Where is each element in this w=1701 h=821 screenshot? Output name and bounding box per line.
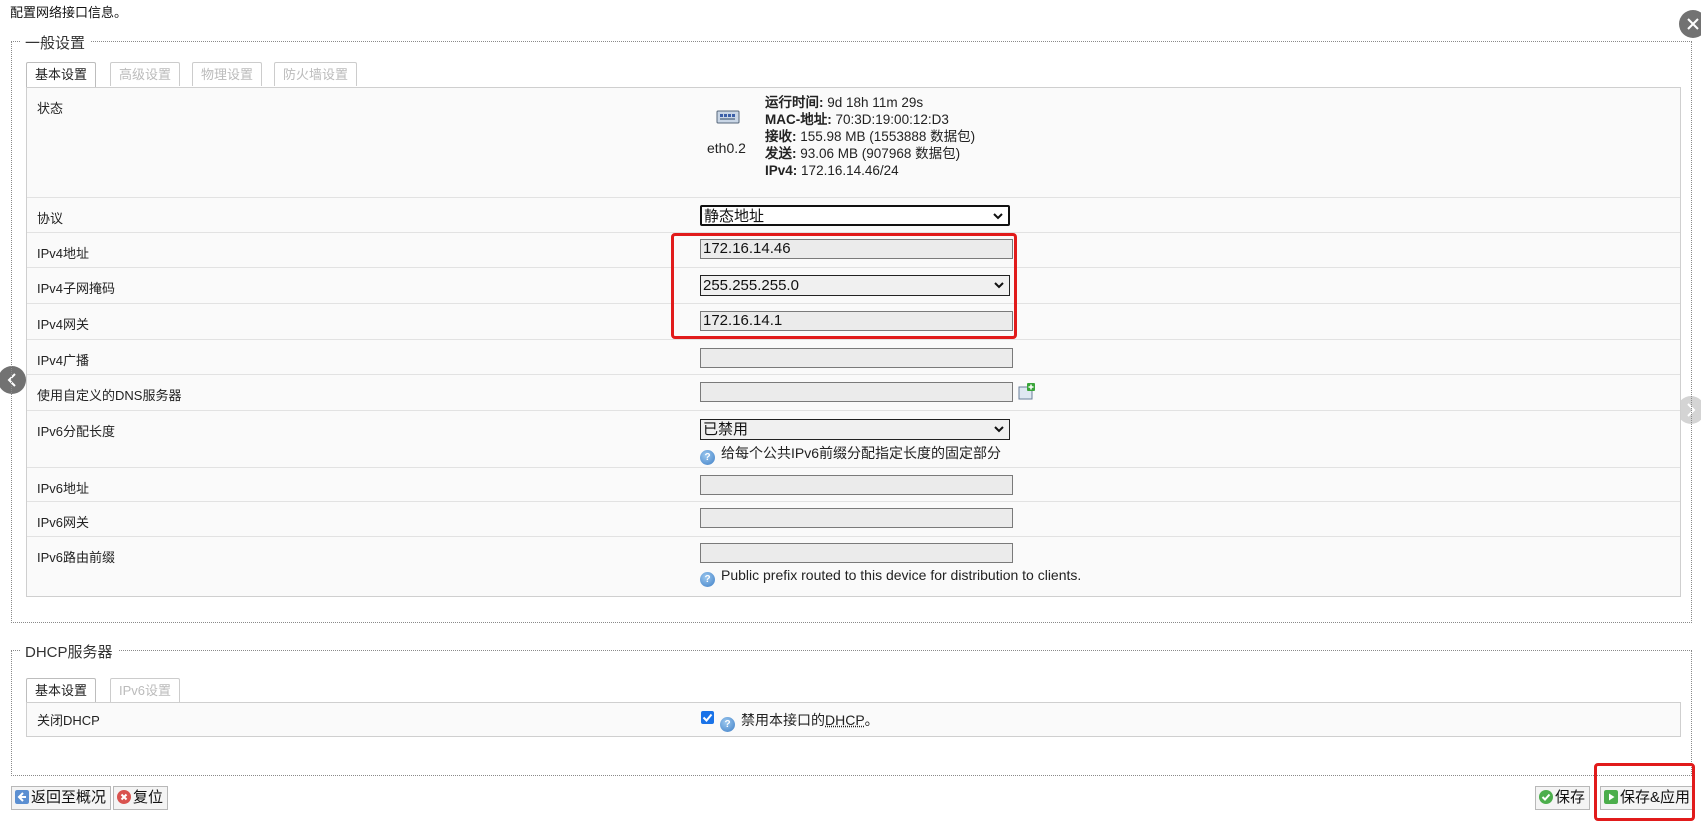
dhcp-ignore-row: 关闭DHCP ? 禁用本接口的DHCP。	[27, 703, 1680, 736]
dhcp-ignore-hint: ? 禁用本接口的DHCP。	[720, 710, 879, 732]
basic-settings-panel: 状态 eth0.2 运行时间: 9d 18h 11m 29s MAC-地址: 7…	[26, 87, 1681, 597]
dns-input[interactable]	[700, 382, 1013, 402]
ipv4-address-label: IPv4地址	[37, 243, 89, 262]
ipv4-status-label: IPv4:	[765, 163, 797, 178]
dhcp-server-legend: DHCP服务器	[20, 641, 118, 662]
ipv6-assign-hint-text: 给每个公共IPv6前缀分配指定长度的固定部分	[721, 445, 1001, 461]
reset-label: 复位	[133, 789, 163, 806]
ipv4-highlight-box	[671, 233, 1017, 339]
reset-button[interactable]: 复位	[113, 786, 168, 810]
dhcp-ignore-hint-prefix: 禁用本接口的	[741, 712, 825, 728]
protocol-select-value: 静态地址	[704, 208, 764, 225]
uptime-value: 9d 18h 11m 29s	[827, 95, 923, 110]
ipv6-address-label: IPv6地址	[37, 478, 89, 497]
ipv4-broadcast-label: IPv4广播	[37, 350, 89, 369]
page-description: 配置网络接口信息。	[10, 2, 127, 21]
reset-icon	[117, 790, 131, 804]
tx-label: 发送:	[765, 146, 797, 161]
tab-physical[interactable]: 物理设置	[192, 62, 262, 86]
tab-basic[interactable]: 基本设置	[26, 62, 96, 87]
ipv6-prefix-input[interactable]	[700, 543, 1013, 563]
tab-firewall[interactable]: 防火墙设置	[274, 62, 357, 86]
back-to-overview-button[interactable]: 返回至概况	[11, 786, 111, 810]
status-ifname: eth0.2	[707, 140, 746, 156]
save-apply-highlight-box	[1594, 763, 1695, 821]
protocol-label: 协议	[37, 208, 63, 227]
general-settings-legend: 一般设置	[20, 32, 90, 53]
protocol-select[interactable]: 静态地址	[700, 205, 1010, 226]
dns-label: 使用自定义的DNS服务器	[37, 385, 181, 404]
tx-value: 93.06 MB (907968 数据包)	[800, 146, 960, 161]
dhcp-server-section: DHCP服务器 基本设置 IPv6设置 关闭DHCP ? 禁用本接口的DHCP。	[11, 650, 1692, 776]
close-icon	[1679, 10, 1701, 38]
checkmark-icon	[701, 711, 714, 724]
ipv6-assign-select[interactable]: 已禁用	[700, 419, 1010, 440]
back-arrow-icon	[15, 790, 29, 804]
ipv4-status-value: 172.16.14.46/24	[801, 163, 899, 178]
dhcp-ignore-hint-link: DHCP	[825, 712, 865, 728]
help-icon: ?	[700, 572, 715, 587]
mac-label: MAC-地址:	[765, 112, 832, 127]
ipv6-prefix-label: IPv6路由前缀	[37, 547, 115, 566]
ipv4-gateway-label: IPv4网关	[37, 314, 89, 333]
add-entry-icon[interactable]	[1017, 383, 1035, 401]
status-info: 运行时间: 9d 18h 11m 29s MAC-地址: 70:3D:19:00…	[765, 94, 975, 179]
dhcp-ignore-label: 关闭DHCP	[37, 710, 100, 729]
chevron-down-icon	[993, 423, 1005, 435]
ipv6-prefix-hint: ? Public prefix routed to this device for…	[700, 567, 1081, 587]
ipv6-assign-value: 已禁用	[703, 421, 748, 438]
help-icon: ?	[720, 717, 735, 732]
close-button[interactable]	[1679, 10, 1701, 38]
dns-row: 使用自定义的DNS服务器	[27, 374, 1680, 411]
ipv6-assign-hint: ? 给每个公共IPv6前缀分配指定长度的固定部分	[700, 443, 1001, 465]
ipv6-gateway-row: IPv6网关	[27, 501, 1680, 537]
uptime-label: 运行时间:	[765, 95, 824, 110]
dhcp-basic-panel: 关闭DHCP ? 禁用本接口的DHCP。	[26, 702, 1681, 737]
protocol-row: 协议 静态地址	[27, 197, 1680, 233]
ipv6-prefix-row: IPv6路由前缀 ? Public prefix routed to this d…	[27, 536, 1680, 597]
mac-value: 70:3D:19:00:12:D3	[836, 112, 949, 127]
save-label: 保存	[1555, 789, 1585, 806]
status-label: 状态	[37, 98, 63, 117]
save-button[interactable]: 保存	[1535, 786, 1590, 810]
ipv4-broadcast-row: IPv4广播	[27, 339, 1680, 375]
ipv6-prefix-hint-text: Public prefix routed to this device for …	[721, 567, 1081, 583]
tab-dhcp-basic[interactable]: 基本设置	[26, 678, 96, 703]
help-icon: ?	[700, 450, 715, 465]
ipv6-gateway-input[interactable]	[700, 508, 1013, 528]
ipv4-netmask-label: IPv4子网掩码	[37, 278, 115, 297]
rx-value: 155.98 MB (1553888 数据包)	[800, 129, 975, 144]
back-to-overview-label: 返回至概况	[31, 789, 106, 806]
ipv4-broadcast-input[interactable]	[700, 348, 1013, 368]
ipv6-gateway-label: IPv6网关	[37, 512, 89, 531]
dhcp-ignore-checkbox[interactable]	[701, 711, 714, 724]
network-interface-icon	[715, 108, 741, 126]
save-check-icon	[1539, 790, 1553, 804]
tab-dhcp-ipv6[interactable]: IPv6设置	[110, 678, 180, 702]
rx-label: 接收:	[765, 129, 797, 144]
ipv6-address-row: IPv6地址	[27, 467, 1680, 502]
chevron-down-icon	[992, 210, 1004, 222]
ipv6-assign-label: IPv6分配长度	[37, 421, 115, 440]
dhcp-ignore-hint-suffix: 。	[865, 712, 879, 728]
ipv6-address-input[interactable]	[700, 475, 1013, 495]
ipv6-assign-row: IPv6分配长度 已禁用 ? 给每个公共IPv6前缀分配指定长度的固定部分	[27, 410, 1680, 468]
status-row: 状态 eth0.2 运行时间: 9d 18h 11m 29s MAC-地址: 7…	[27, 88, 1680, 197]
tab-advanced[interactable]: 高级设置	[110, 62, 180, 86]
